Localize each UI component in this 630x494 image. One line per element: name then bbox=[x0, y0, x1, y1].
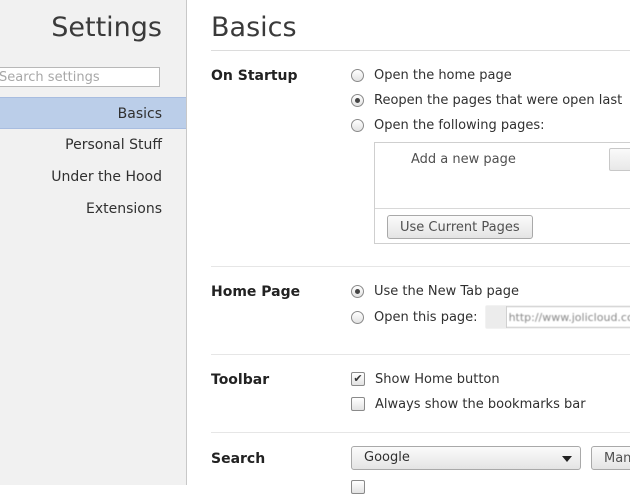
radio-button[interactable] bbox=[351, 310, 364, 324]
startup-option-following-pages[interactable]: Open the following pages: bbox=[351, 116, 545, 134]
dropdown-arrow-icon bbox=[562, 456, 572, 462]
home-page-url-input[interactable] bbox=[485, 306, 630, 328]
option-label: Open this page: bbox=[374, 309, 478, 325]
radio-button[interactable] bbox=[351, 118, 364, 132]
home-option-open-this-page[interactable]: Open this page: bbox=[351, 305, 630, 329]
search-settings-input[interactable] bbox=[0, 67, 160, 87]
checkbox[interactable] bbox=[351, 397, 365, 411]
sidebar-title: Settings bbox=[51, 12, 162, 43]
toolbar-option-show-home[interactable]: ✔ Show Home button bbox=[351, 370, 500, 388]
checkbox-checked[interactable]: ✔ bbox=[351, 372, 365, 386]
list-divider bbox=[375, 208, 630, 209]
settings-sidebar: Settings Basics Personal Stuff Under the… bbox=[0, 0, 187, 485]
sidebar-nav: Basics Personal Stuff Under the Hood Ext… bbox=[0, 97, 186, 225]
checkbox[interactable] bbox=[351, 480, 365, 494]
startup-option-reopen-last[interactable]: Reopen the pages that were open last bbox=[351, 91, 622, 109]
option-label: Always show the bookmarks bar bbox=[375, 396, 586, 412]
selected-engine: Google bbox=[364, 450, 410, 465]
settings-main: Basics On Startup Open the home page Reo… bbox=[211, 0, 630, 494]
option-label: Use the New Tab page bbox=[374, 283, 519, 299]
option-label: Open the following pages: bbox=[374, 117, 545, 133]
section-label-toolbar: Toolbar bbox=[211, 372, 270, 388]
section-label-on-startup: On Startup bbox=[211, 68, 298, 84]
startup-pages-list: Add a new page Use Current Pages bbox=[374, 142, 630, 244]
section-divider bbox=[211, 432, 630, 433]
startup-option-home-page[interactable]: Open the home page bbox=[351, 66, 512, 84]
manage-search-engines-button[interactable]: Man bbox=[591, 446, 630, 470]
home-url-field-wrap bbox=[485, 306, 630, 328]
add-new-page-item[interactable]: Add a new page bbox=[411, 152, 516, 167]
section-divider bbox=[211, 266, 630, 267]
page-title: Basics bbox=[211, 12, 297, 43]
section-divider bbox=[211, 354, 630, 355]
radio-button-selected[interactable] bbox=[351, 284, 364, 298]
radio-button[interactable] bbox=[351, 68, 364, 82]
toolbar-option-bookmarks-bar[interactable]: Always show the bookmarks bar bbox=[351, 395, 586, 413]
use-current-pages-button[interactable]: Use Current Pages bbox=[387, 215, 533, 239]
page-list-side-button[interactable] bbox=[609, 148, 630, 171]
sidebar-item-personal-stuff[interactable]: Personal Stuff bbox=[0, 129, 186, 161]
option-label: Show Home button bbox=[375, 371, 500, 387]
section-label-home-page: Home Page bbox=[211, 284, 301, 300]
option-label: Open the home page bbox=[374, 67, 512, 83]
sidebar-item-basics[interactable]: Basics bbox=[0, 97, 186, 129]
home-option-new-tab[interactable]: Use the New Tab page bbox=[351, 282, 519, 300]
section-label-search: Search bbox=[211, 451, 266, 467]
sidebar-item-under-the-hood[interactable]: Under the Hood bbox=[0, 161, 186, 193]
radio-button-selected[interactable] bbox=[351, 93, 364, 107]
title-divider bbox=[211, 50, 630, 51]
sidebar-item-extensions[interactable]: Extensions bbox=[0, 193, 186, 225]
option-label: Reopen the pages that were open last bbox=[374, 92, 623, 108]
search-engine-select[interactable]: Google bbox=[351, 446, 581, 470]
